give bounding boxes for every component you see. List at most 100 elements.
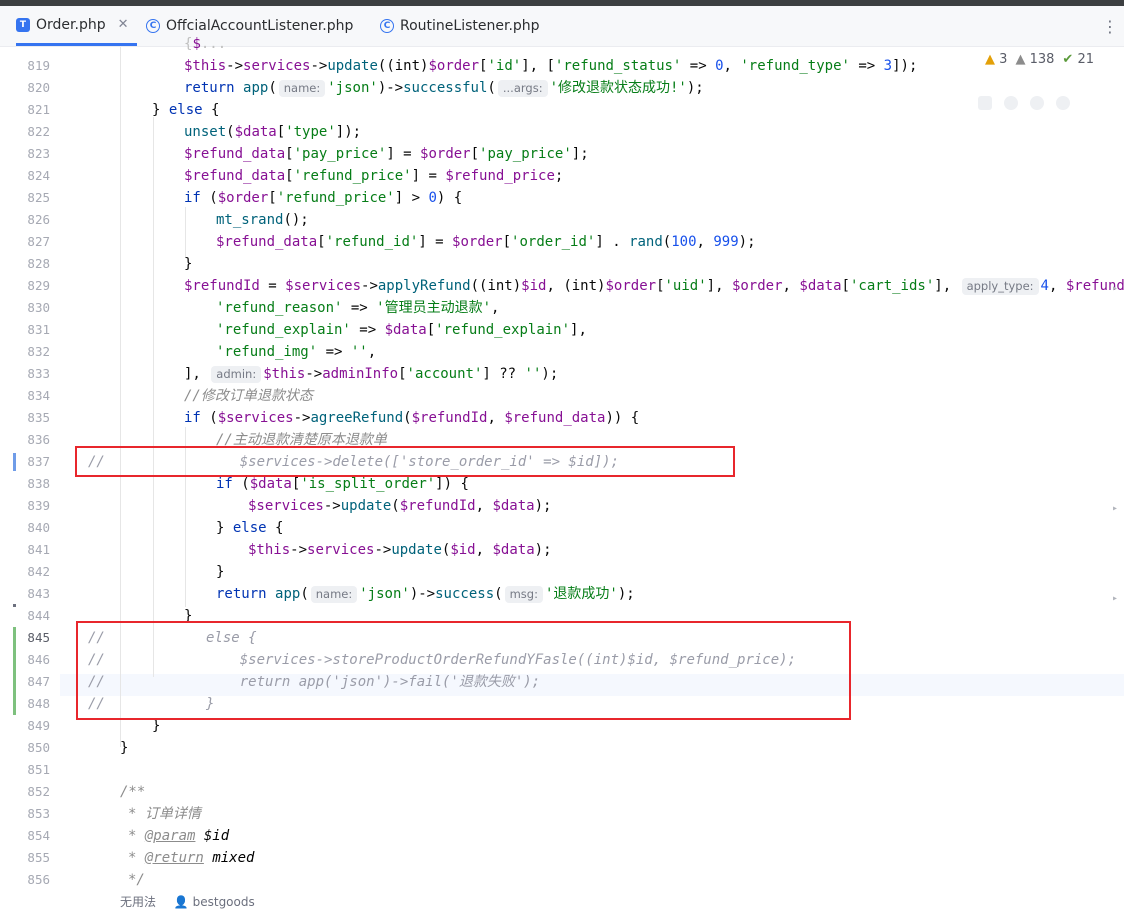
line-number: 837 (27, 454, 50, 469)
line-number: 838 (27, 476, 50, 491)
code-line-820: return app(name:'json')->successful(...a… (184, 80, 704, 97)
line-number: 852 (27, 784, 50, 799)
code-line-832: 'refund_img' => '', (216, 344, 377, 360)
code-line-856: */ (128, 872, 145, 888)
code-vision-footer[interactable]: 无用法 👤 bestgoods (120, 893, 283, 910)
browser-icon[interactable] (1056, 96, 1070, 110)
param-hint: name: (310, 586, 358, 603)
inspection-widget[interactable]: ▲ 3 ▲ 138 ✔ 21 (985, 52, 1094, 67)
typo-check-icon: ✔ (1062, 52, 1074, 67)
php-class-icon: C (380, 19, 394, 33)
code-line-852: /** (120, 784, 146, 800)
line-number: 834 (27, 388, 50, 403)
code-line-823: $refund_data['pay_price'] = $order['pay_… (184, 146, 589, 162)
code-line-843: return app(name:'json')->success(msg: '退款… (216, 586, 635, 603)
code-line-831: 'refund_explain' => $data['refund_explai… (216, 322, 587, 338)
line-number: 825 (27, 190, 50, 205)
fold-arrow-icon[interactable]: ▸ (1112, 283, 1118, 294)
code-line-819: $this->services->update((int)$order['id'… (184, 58, 918, 74)
line-number: 849 (27, 718, 50, 733)
line-number: 830 (27, 300, 50, 315)
fold-arrow-icon[interactable]: ▸ (1112, 593, 1118, 604)
usages-label[interactable]: 无用法 (120, 895, 156, 909)
line-number: 850 (27, 740, 50, 755)
code-line-854: * @param $id (128, 828, 230, 844)
param-hint: apply_type: (961, 278, 1039, 295)
editor-tab-bar: T Order.php ✕ C OffcialAccountListener.p… (0, 6, 1124, 47)
fold-arrow-icon[interactable]: ▸ (1112, 503, 1118, 514)
tab-order-php[interactable]: T Order.php ✕ (16, 6, 137, 46)
more-tabs-icon[interactable]: ⋮ (1102, 6, 1118, 46)
line-number: 824 (27, 168, 50, 183)
line-number: 840 (27, 520, 50, 535)
annotation-box-845-848 (76, 621, 851, 720)
line-number: 833 (27, 366, 50, 381)
tab-offcial-account-listener[interactable]: C OffcialAccountListener.php (146, 6, 353, 46)
line-number: 855 (27, 850, 50, 865)
line-number: 831 (27, 322, 50, 337)
author-label[interactable]: 👤 bestgoods (174, 895, 269, 909)
code-line-821: } else { (152, 102, 220, 118)
line-number: 821 (27, 102, 50, 117)
indent-guide (153, 117, 154, 677)
php-class-icon: C (146, 19, 160, 33)
line-number: 853 (27, 806, 50, 821)
warning-icon: ▲ (985, 52, 996, 67)
warning-count: 3 (999, 52, 1008, 67)
line-number: 847 (27, 674, 50, 689)
code-line-833: ], admin: $this->adminInfo['account'] ?? … (184, 366, 559, 383)
param-hint: admin: (211, 366, 262, 383)
line-number: 832 (27, 344, 50, 359)
reader-mode-icon[interactable] (978, 96, 992, 110)
param-hint: name: (278, 80, 326, 97)
code-line-850: } (120, 740, 129, 756)
weak-warning-count: 138 (1029, 52, 1055, 67)
line-number: 842 (27, 564, 50, 579)
tab-routine-listener[interactable]: C RoutineListener.php (380, 6, 540, 46)
code-line-855: * @return mixed (128, 850, 255, 866)
code-line-827: $refund_data['refund_id'] = $order['orde… (216, 234, 756, 250)
annotation-box-837 (75, 446, 735, 477)
vcs-deleted-marker[interactable] (13, 604, 16, 607)
code-line-853: * 订单详情 (128, 806, 201, 822)
tab-label: OffcialAccountListener.php (166, 18, 354, 34)
line-number: 836 (27, 432, 50, 447)
typo-count: 21 (1077, 52, 1094, 67)
line-number: 819 (27, 58, 50, 73)
line-number: 848 (27, 696, 50, 711)
browser-icon[interactable] (1004, 96, 1018, 110)
line-number: 851 (27, 762, 50, 777)
vcs-added-marker[interactable] (13, 627, 16, 715)
line-number: 829 (27, 278, 50, 293)
line-number: 843 (27, 586, 50, 601)
indent-guide (185, 207, 186, 257)
code-editor[interactable]: 819 820 821 822 823 824 825 826 827 828 … (0, 36, 1124, 911)
code-line-829: $refundId = $services->applyRefund((int)… (184, 278, 1124, 295)
param-hint: ...args: (497, 80, 548, 97)
browser-icon[interactable] (1030, 96, 1044, 110)
close-icon[interactable]: ✕ (118, 17, 129, 32)
line-number: 826 (27, 212, 50, 227)
code-line-839: $services->update($refundId, $data); (248, 498, 552, 514)
line-number: 827 (27, 234, 50, 249)
code-line-842: } (216, 564, 225, 580)
code-line-826: mt_srand(); (216, 212, 309, 228)
code-line-841: $this->services->update($id, $data); (248, 542, 552, 558)
code-line-834: //修改订单退款状态 (184, 388, 313, 404)
vcs-modified-marker[interactable] (13, 453, 16, 471)
line-number: 845 (27, 630, 50, 645)
line-number: 835 (27, 410, 50, 425)
code-line-824: $refund_data['refund_price'] = $refund_p… (184, 168, 564, 184)
line-number: 841 (27, 542, 50, 557)
line-number: 822 (27, 124, 50, 139)
line-number: 844 (27, 608, 50, 623)
param-hint: msg: (504, 586, 543, 603)
code-line-830: 'refund_reason' => '管理员主动退款', (216, 300, 500, 316)
code-line-828: } (184, 256, 193, 272)
code-line-822: unset($data['type']); (184, 124, 362, 140)
line-number: 820 (27, 80, 50, 95)
line-number: 854 (27, 828, 50, 843)
php-class-icon: T (16, 17, 30, 32)
line-number: 856 (27, 872, 50, 887)
tab-label: RoutineListener.php (400, 18, 540, 34)
